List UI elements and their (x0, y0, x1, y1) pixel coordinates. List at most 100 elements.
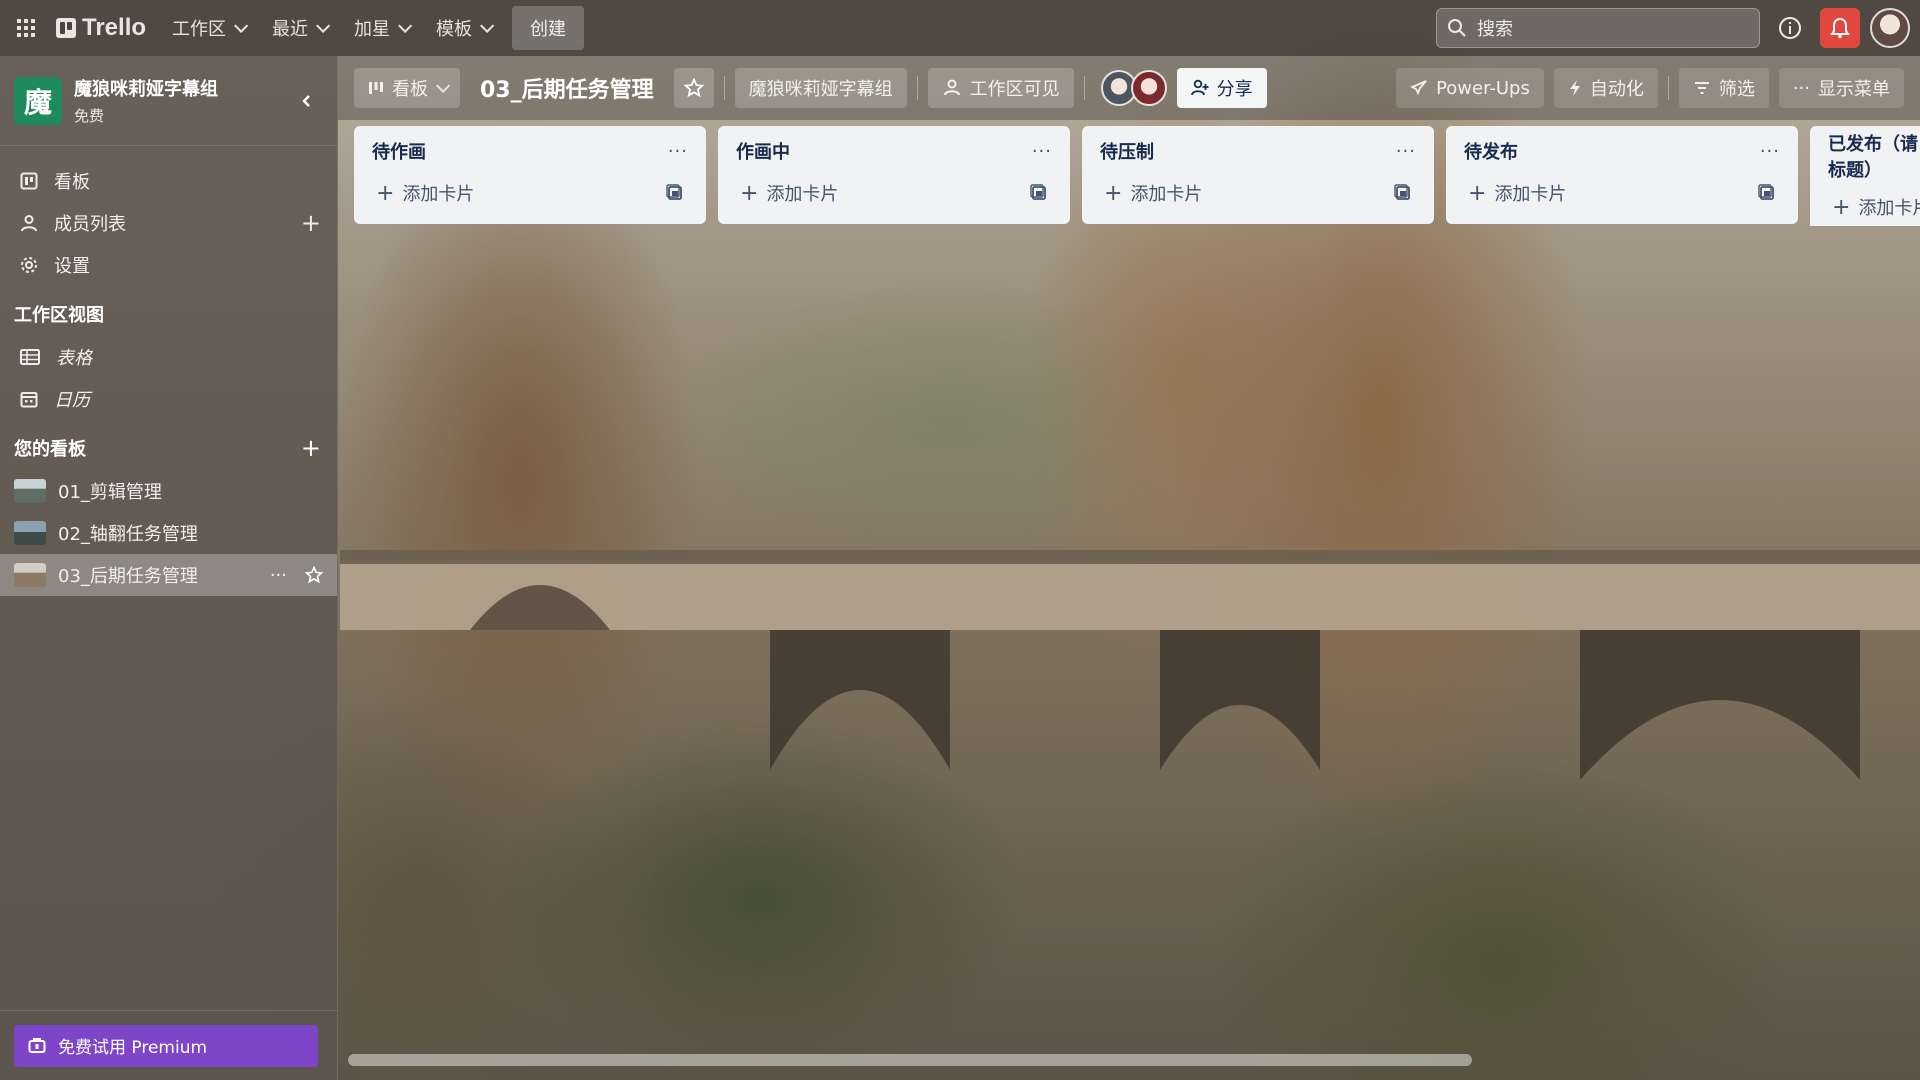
trello-logo-text: Trello (82, 14, 147, 41)
menu-workspaces[interactable]: 工作区 (160, 7, 256, 49)
menu-recent[interactable]: 最近 (260, 7, 338, 49)
list-title[interactable]: 作画中 (736, 138, 790, 164)
sidebar-board-02[interactable]: 02_轴翻任务管理 (0, 512, 337, 554)
workspace-name[interactable]: 魔狼咪莉娅字幕组 (74, 75, 218, 101)
add-card-button[interactable]: + 添加卡片 (1092, 172, 1424, 214)
powerups-button[interactable]: Power-Ups (1396, 68, 1544, 108)
board-thumbnail (14, 479, 46, 503)
menu-starred[interactable]: 加星 (342, 7, 420, 49)
add-member-button[interactable]: + (301, 209, 321, 237)
bridge-illustration (340, 550, 1920, 780)
gear-icon (21, 257, 37, 273)
search-input[interactable]: 搜索 (1436, 8, 1760, 48)
info-icon[interactable] (1770, 8, 1810, 48)
create-button[interactable]: 创建 (512, 6, 585, 50)
add-card-button[interactable]: + 添加卡片 (1456, 172, 1788, 214)
visibility-button[interactable]: 工作区可见 (927, 68, 1074, 108)
workspace-info: 魔狼咪莉娅字幕组 免费 (74, 75, 218, 126)
workspace-button[interactable]: 魔狼咪莉娅字幕组 (734, 68, 907, 108)
list-header[interactable]: 已发布（请标题） (1820, 132, 1920, 186)
your-boards-heading: 您的看板 + (0, 426, 337, 470)
star-board-button[interactable] (673, 68, 714, 108)
calendar-icon (20, 392, 38, 408)
plus-icon: + (1468, 180, 1487, 206)
trello-logo[interactable]: Trello (56, 14, 146, 42)
show-menu-button[interactable]: ··· 显示菜单 (1778, 68, 1904, 108)
board-thumbnail (14, 563, 46, 587)
sidebar-item-calendar[interactable]: 日历 (0, 378, 337, 420)
add-card-label: 添加卡片 (1494, 184, 1567, 205)
board-name: 03_后期任务管理 (58, 566, 198, 587)
list-title[interactable]: 已发布（请标题） (1828, 132, 1920, 184)
automation-label: 自动化 (1589, 79, 1644, 100)
add-board-button[interactable]: + (301, 434, 321, 462)
sidebar-item-table[interactable]: 表格 (0, 336, 337, 378)
collapse-sidebar-button[interactable] (291, 85, 323, 117)
share-label: 分享 (1216, 79, 1253, 100)
filter-button[interactable]: 筛选 (1678, 68, 1769, 108)
list-title[interactable]: 待发布 (1464, 138, 1518, 164)
menu-label: 显示菜单 (1818, 79, 1890, 100)
sidebar-board-01[interactable]: 01_剪辑管理 (0, 470, 337, 512)
people-icon (943, 79, 960, 96)
sidebar-item-settings[interactable]: 设置 (0, 244, 337, 286)
try-premium-button[interactable]: 免费试用 Premium (14, 1024, 318, 1067)
header-divider (916, 76, 918, 100)
sidebar-item-members[interactable]: 成员列表 + (0, 202, 337, 244)
add-card-label: 添加卡片 (1858, 198, 1920, 219)
header-divider (723, 76, 725, 100)
horizontal-scrollbar[interactable] (348, 1054, 1472, 1066)
board-name: 02_轴翻任务管理 (58, 524, 198, 545)
list-menu-icon[interactable]: ··· (1760, 141, 1780, 162)
plus-icon: + (740, 180, 759, 206)
list-header[interactable]: 作画中 ··· (728, 136, 1060, 166)
chevron-down-icon (234, 18, 249, 33)
sidebar-item-boards[interactable]: 看板 (0, 160, 337, 202)
menu-templates[interactable]: 模板 (424, 7, 502, 49)
list-menu-icon[interactable]: ··· (1396, 141, 1416, 162)
powerups-label: Power-Ups (1436, 77, 1530, 99)
notification-bell-icon[interactable] (1820, 8, 1860, 48)
list-menu-icon[interactable]: ··· (1032, 141, 1052, 162)
automation-button[interactable]: 自动化 (1553, 68, 1658, 108)
plus-icon: + (1104, 180, 1123, 206)
section-title: 工作区视图 (14, 305, 104, 326)
list-column: 待发布 ··· + 添加卡片 (1446, 126, 1798, 224)
list-title[interactable]: 待作画 (372, 138, 426, 164)
view-switcher-button[interactable]: 看板 (354, 68, 460, 108)
more-options-icon[interactable]: ··· (270, 565, 287, 586)
list-menu-icon[interactable]: ··· (668, 141, 688, 162)
list-header[interactable]: 待压制 ··· (1092, 136, 1424, 166)
workspace-header: 魔 魔狼咪莉娅字幕组 免费 (0, 56, 337, 146)
top-menu: 工作区 最近 加星 模板 (160, 7, 502, 49)
board-title[interactable]: 03_后期任务管理 (470, 72, 664, 104)
list-column: 已发布（请标题） + 添加卡片 (1810, 126, 1920, 226)
board-members (1100, 70, 1167, 106)
add-card-button[interactable]: + 添加卡片 (728, 172, 1060, 214)
menu-workspaces-label: 工作区 (172, 19, 227, 40)
card-template-icon[interactable] (1758, 184, 1776, 202)
add-card-button[interactable]: + 添加卡片 (1820, 186, 1920, 226)
share-button[interactable]: 分享 (1176, 68, 1267, 108)
list-header[interactable]: 待发布 ··· (1456, 136, 1788, 166)
table-icon (20, 349, 40, 365)
user-avatar[interactable] (1870, 8, 1910, 48)
workspace-avatar[interactable]: 魔 (14, 76, 62, 125)
chevron-down-icon (480, 18, 495, 33)
sidebar: 魔 魔狼咪莉娅字幕组 免费 看板 成员列表 + 设置 工作区视图 表格 日历 您… (0, 56, 338, 1080)
card-template-icon[interactable] (1030, 184, 1048, 202)
member-avatar[interactable] (1130, 70, 1167, 106)
list-title[interactable]: 待压制 (1100, 138, 1154, 164)
list-column: 待作画 ··· + 添加卡片 (354, 126, 706, 224)
add-card-label: 添加卡片 (766, 184, 839, 205)
add-person-icon (1190, 79, 1209, 96)
card-template-icon[interactable] (666, 184, 684, 202)
list-header[interactable]: 待作画 ··· (364, 136, 696, 166)
card-template-icon[interactable] (1394, 184, 1412, 202)
add-card-button[interactable]: + 添加卡片 (364, 172, 696, 214)
app-switcher-icon[interactable] (10, 12, 42, 44)
menu-starred-label: 加星 (354, 19, 391, 40)
star-icon[interactable] (305, 566, 323, 584)
list-column: 待压制 ··· + 添加卡片 (1082, 126, 1434, 224)
sidebar-board-03[interactable]: 03_后期任务管理 ··· (0, 554, 337, 596)
